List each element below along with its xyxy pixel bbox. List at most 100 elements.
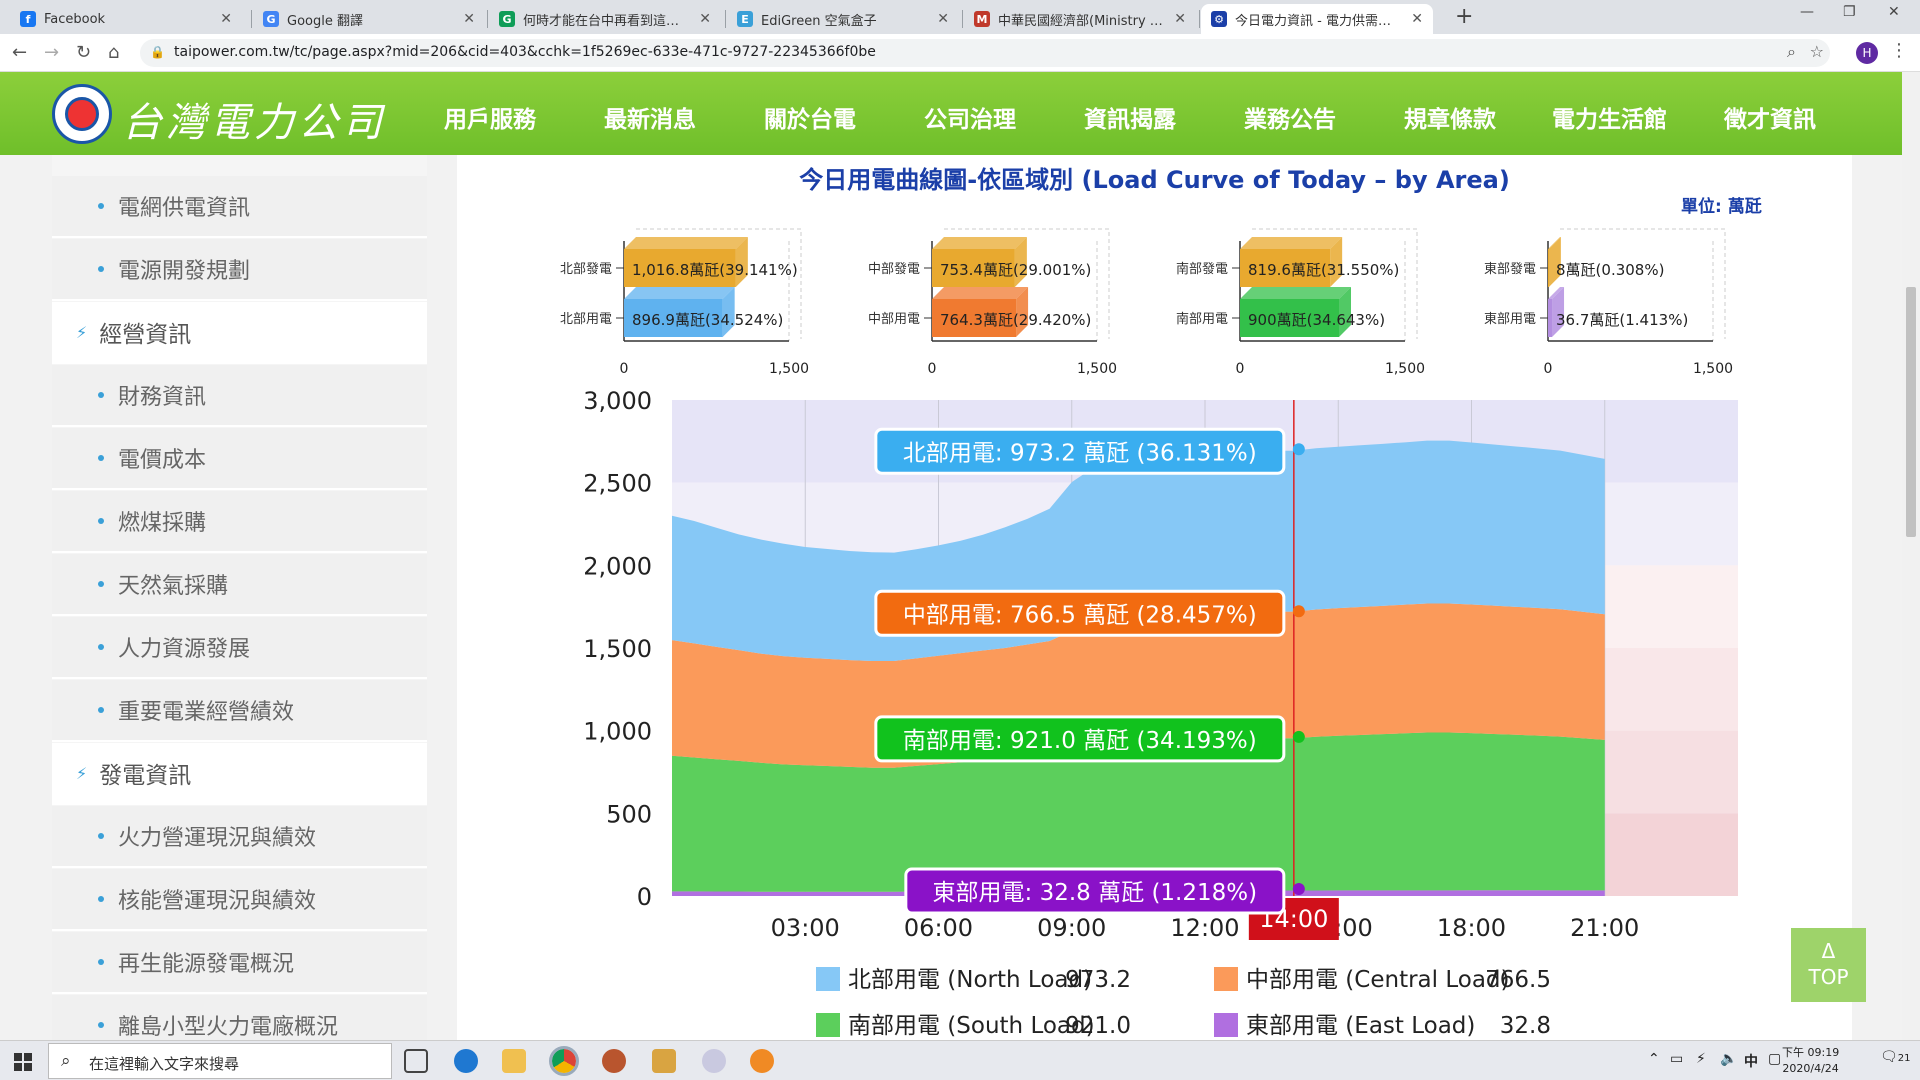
reload-icon[interactable]: ↻ xyxy=(76,42,91,63)
task-view-icon[interactable] xyxy=(404,1049,428,1073)
volume-icon[interactable]: 🔈 xyxy=(1720,1051,1737,1067)
browser-tab[interactable]: E EdiGreen 空氣盒子 ✕ xyxy=(727,4,959,34)
y-tick-label: 0 xyxy=(637,883,652,911)
nav-item[interactable]: 資訊揭露 xyxy=(1084,100,1176,134)
mini-category-label: 北部發電 xyxy=(560,262,612,277)
nav-item[interactable]: 業務公告 xyxy=(1244,100,1336,134)
zoom-icon[interactable]: ⌕ xyxy=(1787,42,1796,62)
scrollbar-thumb[interactable] xyxy=(1906,287,1916,537)
tab-close-icon[interactable]: ✕ xyxy=(220,11,232,27)
url-bar[interactable]: 🔒 taipower.com.tw/tc/page.aspx?mid=206&c… xyxy=(140,39,1830,67)
lock-icon: 🔒 xyxy=(150,45,165,59)
sidebar-item[interactable]: 天然氣採購 xyxy=(52,554,427,616)
nav-item[interactable]: 規章條款 xyxy=(1404,100,1496,134)
mini-value-label: 900萬瓩(34.643%) xyxy=(1248,311,1385,329)
blender-icon[interactable] xyxy=(750,1049,774,1073)
minimize-button[interactable]: — xyxy=(1800,4,1814,20)
notification-center-icon[interactable]: 🗨21 xyxy=(1880,1049,1911,1065)
bullet-icon xyxy=(98,455,104,461)
chrome-icon[interactable] xyxy=(549,1046,579,1076)
sidebar-item[interactable]: 重要電業經營績效 xyxy=(52,680,427,742)
app-icon-2[interactable] xyxy=(652,1049,676,1073)
edge-icon[interactable] xyxy=(454,1049,478,1073)
nav-item[interactable]: 關於台電 xyxy=(764,100,856,134)
sidebar-item-label: 電網供電資訊 xyxy=(118,196,251,221)
back-to-top-button[interactable]: Δ TOP xyxy=(1791,928,1866,1002)
app-icon-3[interactable] xyxy=(702,1049,726,1073)
sidebar-item[interactable]: 火力營運現況與績效 xyxy=(52,806,427,868)
sidebar-item-label: 再生能源發電概況 xyxy=(118,952,295,977)
bookmark-star-icon[interactable]: ☆ xyxy=(1810,42,1824,61)
tab-close-icon[interactable]: ✕ xyxy=(463,11,475,27)
mini-tick-label: 0 xyxy=(620,361,629,377)
tray-chevron-icon[interactable]: ⌃ xyxy=(1648,1051,1660,1067)
browser-tab[interactable]: G 何時才能在台中再看到這樣的藍… ✕ xyxy=(489,4,721,34)
nav-item[interactable]: 徵才資訊 xyxy=(1724,100,1816,134)
page-scrollbar[interactable] xyxy=(1902,72,1920,1040)
up-arrow-icon: Δ xyxy=(1821,939,1836,963)
app-icon-1[interactable] xyxy=(602,1049,626,1073)
tab-close-icon[interactable]: ✕ xyxy=(1174,11,1186,27)
x-tick-label: 03:00 xyxy=(771,914,840,942)
nav-item[interactable]: 用戶服務 xyxy=(444,100,536,134)
tab-favicon-icon: M xyxy=(974,11,990,27)
browser-menu-icon[interactable]: ⋮ xyxy=(1890,40,1908,61)
taipower-logo-icon[interactable] xyxy=(52,84,112,144)
x-tick-label: 21:00 xyxy=(1570,914,1639,942)
bullet-icon xyxy=(98,959,104,965)
sidebar-item[interactable]: 財務資訊 xyxy=(52,365,427,427)
back-icon[interactable]: ← xyxy=(12,42,27,63)
maximize-button[interactable]: ❐ xyxy=(1843,4,1856,20)
sidebar-category[interactable]: ⚡ 經營資訊 xyxy=(52,302,427,364)
tab-title: 何時才能在台中再看到這樣的藍… xyxy=(523,13,692,29)
tooltip-text: 東部用電: 32.8 萬瓩 (1.218%) xyxy=(933,880,1258,906)
profile-avatar[interactable]: H xyxy=(1856,42,1878,64)
y-tick-label: 1,000 xyxy=(583,718,652,746)
x-tick-label: 18:00 xyxy=(1437,914,1506,942)
close-window-button[interactable]: ✕ xyxy=(1888,4,1900,20)
power-icon[interactable]: ⚡ xyxy=(1696,1051,1706,1067)
tab-separator xyxy=(962,10,963,28)
nav-item[interactable]: 公司治理 xyxy=(924,100,1016,134)
ime-indicator[interactable]: 中 xyxy=(1744,1051,1758,1071)
tooltip-marker xyxy=(1292,443,1305,456)
nav-item[interactable]: 電力生活館 xyxy=(1552,100,1667,134)
sidebar-item[interactable]: 人力資源發展 xyxy=(52,617,427,679)
taskbar-search-input[interactable]: ⌕ 在這裡輸入文字來搜尋 xyxy=(48,1043,392,1079)
mini-bar-top xyxy=(624,287,735,299)
windows-start-icon[interactable] xyxy=(14,1053,32,1071)
mini-value-label: 753.4萬瓩(29.001%) xyxy=(940,261,1091,279)
browser-tab[interactable]: ⚙ 今日電力資訊 - 電力供需資訊 - … ✕ xyxy=(1201,4,1433,34)
tooltip-marker xyxy=(1292,605,1305,618)
y-tick-label: 500 xyxy=(606,800,652,828)
sidebar-category[interactable]: ⚡ 發電資訊 xyxy=(52,743,427,805)
legend-swatch xyxy=(1214,1013,1238,1037)
ime-mode-icon[interactable]: ▢ xyxy=(1768,1051,1781,1067)
tab-close-icon[interactable]: ✕ xyxy=(1411,11,1423,27)
home-icon[interactable]: ⌂ xyxy=(108,42,119,63)
sidebar-item[interactable]: 電網供電資訊 xyxy=(52,176,427,238)
new-tab-button[interactable]: + xyxy=(1455,4,1473,29)
sidebar-item[interactable]: 電價成本 xyxy=(52,428,427,490)
forward-icon[interactable]: → xyxy=(44,42,59,63)
file-explorer-icon[interactable] xyxy=(502,1049,526,1073)
mini-tick-label: 0 xyxy=(1544,361,1553,377)
site-logo-text[interactable]: 台灣電力公司 xyxy=(122,90,386,148)
tab-close-icon[interactable]: ✕ xyxy=(699,11,711,27)
sidebar-item[interactable]: 燃煤採購 xyxy=(52,491,427,553)
sidebar-item[interactable]: 離島小型火力電廠概況 xyxy=(52,995,427,1040)
sidebar-item[interactable]: 核能營運現況與績效 xyxy=(52,869,427,931)
tooltip-text: 北部用電: 973.2 萬瓩 (36.131%) xyxy=(903,440,1257,466)
nav-item[interactable]: 最新消息 xyxy=(604,100,696,134)
network-icon[interactable]: ▭ xyxy=(1670,1051,1683,1067)
tab-close-icon[interactable]: ✕ xyxy=(937,11,949,27)
tab-title: Facebook xyxy=(44,11,106,27)
mini-category-label: 東部發電 xyxy=(1484,261,1536,277)
browser-tab[interactable]: M 中華民國經濟部(Ministry of Eco… ✕ xyxy=(964,4,1196,34)
browser-tab[interactable]: f Facebook ✕ xyxy=(10,4,242,34)
browser-tab[interactable]: G Google 翻譯 ✕ xyxy=(253,4,485,34)
taskbar-clock[interactable]: 下午 09:19 2020/4/24 xyxy=(1782,1045,1839,1077)
sidebar-item[interactable]: 電源開發規劃 xyxy=(52,239,427,301)
lightning-icon: ⚡ xyxy=(76,763,88,783)
sidebar-item[interactable]: 再生能源發電概況 xyxy=(52,932,427,994)
